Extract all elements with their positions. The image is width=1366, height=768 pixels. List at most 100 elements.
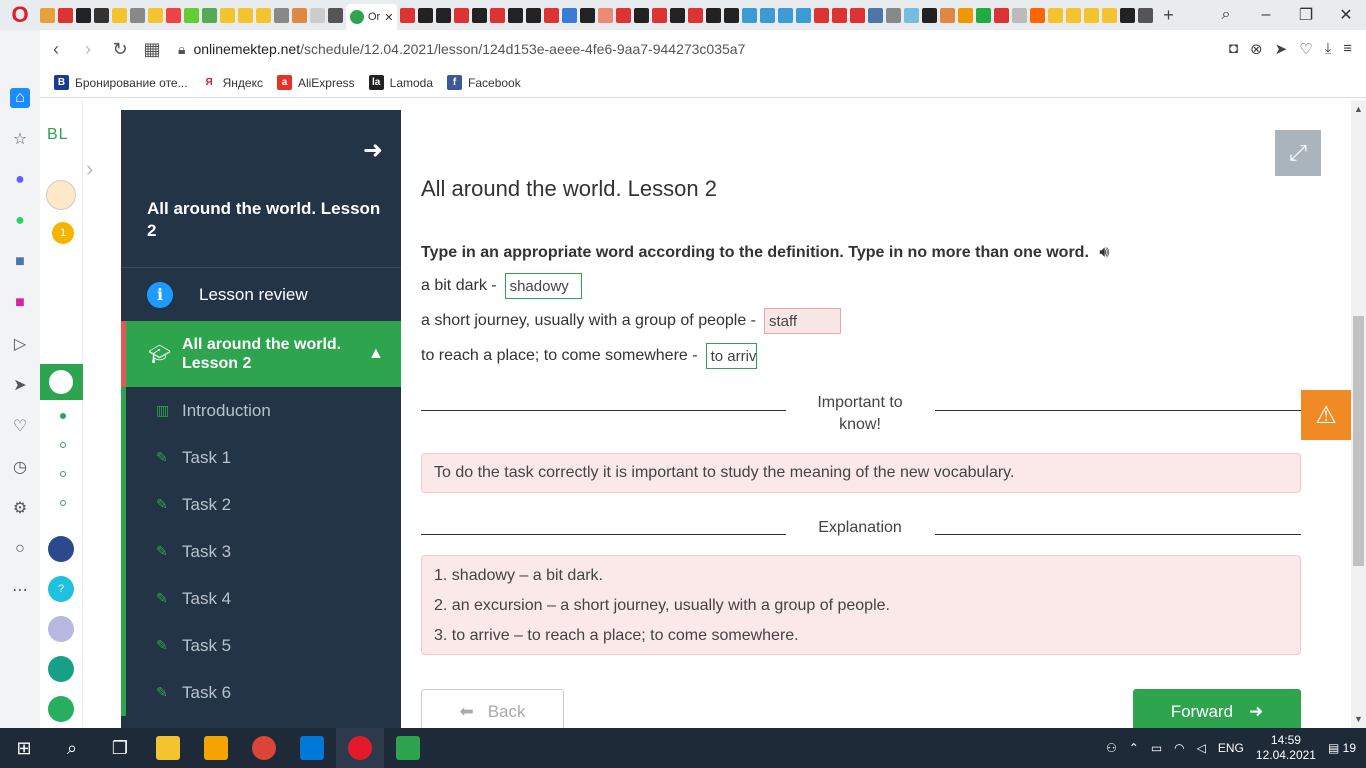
sidebar-item-task-1[interactable]: ✎ Task 1 <box>126 434 401 481</box>
tab-favicon[interactable] <box>994 7 1010 23</box>
tab-favicon[interactable] <box>1048 7 1064 23</box>
messenger-icon[interactable]: ● <box>10 170 30 190</box>
tab-favicon[interactable] <box>562 7 578 23</box>
tab-favicon[interactable] <box>58 7 73 23</box>
whatsapp-icon[interactable]: ● <box>10 211 30 231</box>
notification-badge[interactable]: 1 <box>52 222 74 244</box>
tab-favicon[interactable] <box>832 7 848 23</box>
url-field[interactable]: 🔒︎ onlinemektep.net/schedule/12.04.2021/… <box>168 41 1229 58</box>
tab-favicon[interactable] <box>40 7 55 23</box>
tab-favicon[interactable] <box>202 7 217 23</box>
volume-icon[interactable]: ◁ <box>1197 741 1206 755</box>
tab-favicon[interactable] <box>328 7 343 23</box>
action-center-icon[interactable]: ▤ 19 <box>1328 741 1356 755</box>
bookmark-booking[interactable]: B Бронирование оте... <box>54 75 188 90</box>
tab-favicon[interactable] <box>652 7 668 23</box>
tab-favicon[interactable] <box>472 7 488 23</box>
tab-favicon[interactable] <box>922 7 938 23</box>
tab-favicon[interactable] <box>1138 7 1154 23</box>
scroll-thumb[interactable] <box>1353 316 1364 566</box>
bilim-center-icon[interactable] <box>48 656 74 682</box>
home-icon[interactable]: ⌂ <box>10 88 30 108</box>
tab-favicon[interactable] <box>76 7 91 23</box>
tab-favicon[interactable] <box>724 7 740 23</box>
task-view-icon[interactable]: ❐ <box>96 728 144 768</box>
tab-favicon[interactable] <box>526 7 542 23</box>
chevron-up-icon[interactable]: ▲ <box>368 345 384 363</box>
fullscreen-icon[interactable]: ⤢ <box>1275 130 1321 176</box>
opera-menu-icon[interactable]: O <box>0 0 40 30</box>
new-tab-icon[interactable]: + <box>1156 5 1180 26</box>
tab-favicon[interactable] <box>886 7 902 23</box>
heart-icon[interactable]: ♡ <box>10 416 30 436</box>
sidebar-item-task-3[interactable]: ✎ Task 3 <box>126 528 401 575</box>
tab-favicon[interactable] <box>598 7 614 23</box>
sidebar-item-task-2[interactable]: ✎ Task 2 <box>126 481 401 528</box>
clock[interactable]: 14:59 12.04.2021 <box>1256 733 1316 763</box>
answer-input[interactable]: staff <box>764 308 842 334</box>
tab-favicon[interactable] <box>760 7 776 23</box>
download-icon[interactable]: ⤓ <box>1325 40 1332 58</box>
minimize-icon[interactable]: – <box>1246 6 1286 24</box>
tab-favicon[interactable] <box>418 7 434 23</box>
tab-favicon[interactable] <box>850 7 866 23</box>
tab-favicon[interactable] <box>796 7 812 23</box>
site-logo[interactable]: BL <box>47 126 69 144</box>
tab-favicon[interactable] <box>238 7 253 23</box>
tray-chevron-up-icon[interactable]: ⌃ <box>1129 741 1139 755</box>
tab-favicon[interactable] <box>778 7 794 23</box>
tab-favicon[interactable] <box>742 7 758 23</box>
tab-favicon[interactable] <box>184 7 199 23</box>
page-scrollbar[interactable]: ▲ ▼ <box>1351 100 1366 728</box>
instagram-icon[interactable]: ■ <box>10 293 30 313</box>
bookmark-lamoda[interactable]: la Lamoda <box>368 75 433 90</box>
rail-dot[interactable] <box>60 500 66 506</box>
tab-favicon[interactable] <box>436 7 452 23</box>
avatar[interactable] <box>46 180 76 210</box>
battery-icon[interactable]: ▭ <box>1151 741 1162 755</box>
star-icon[interactable]: ☆ <box>10 129 30 149</box>
restore-icon[interactable]: ❐ <box>1286 5 1326 25</box>
sidebar-item-task-6[interactable]: ✎ Task 6 <box>126 669 401 716</box>
report-warning-icon[interactable]: ⚠ <box>1301 390 1351 440</box>
tab-favicon[interactable] <box>544 7 560 23</box>
tab-favicon[interactable] <box>688 7 704 23</box>
close-window-icon[interactable]: ✕ <box>1326 5 1366 25</box>
answer-input[interactable]: to arriv <box>705 343 757 369</box>
rail-expand-chevron-icon[interactable]: › <box>86 156 108 184</box>
tab-favicon[interactable] <box>1012 7 1028 23</box>
tab-favicon[interactable] <box>580 7 596 23</box>
tab-favicon[interactable] <box>1030 7 1046 23</box>
smart-nation-icon[interactable] <box>48 536 74 562</box>
tab-favicon[interactable] <box>274 7 289 23</box>
history-icon[interactable]: ◷ <box>10 457 30 477</box>
block-icon[interactable]: ⊗ <box>1250 40 1263 58</box>
answer-input[interactable]: shadowy <box>504 273 582 299</box>
tab-favicon[interactable] <box>1120 7 1136 23</box>
active-lesson-item[interactable]: 🎓︎ All around the world. Lesson 2 ▲ <box>121 321 401 387</box>
tab-favicon[interactable] <box>904 7 920 23</box>
wifi-icon[interactable]: ◠ <box>1174 741 1184 755</box>
tab-favicon[interactable] <box>310 7 325 23</box>
sidebar-item-task-4[interactable]: ✎ Task 4 <box>126 575 401 622</box>
tab-favicon[interactable] <box>112 7 127 23</box>
share-icon[interactable]: ➤ <box>1275 40 1288 58</box>
tabs-grid-icon[interactable]: ▦ <box>136 39 168 60</box>
bookmark-yandex[interactable]: Я Яндекс <box>202 75 263 90</box>
rail-dot[interactable] <box>60 471 66 477</box>
tab-favicon[interactable] <box>1084 7 1100 23</box>
close-tab-icon[interactable]: ✕ <box>384 11 393 24</box>
send-icon[interactable]: ➤ <box>10 375 30 395</box>
tab-favicon[interactable] <box>670 7 686 23</box>
player-icon[interactable]: ▷ <box>10 334 30 354</box>
tab-favicon[interactable] <box>958 7 974 23</box>
tab-favicon[interactable] <box>490 7 506 23</box>
windows-start-icon[interactable]: ⊞ <box>0 728 48 768</box>
tab-favicon[interactable] <box>94 7 109 23</box>
tab-favicon[interactable] <box>292 7 307 23</box>
speaker-icon[interactable]: 🔊︎ <box>1099 244 1109 261</box>
bookmark-aliexpress[interactable]: a AliExpress <box>276 75 355 90</box>
vk-icon[interactable]: ■ <box>10 252 30 272</box>
favorite-icon[interactable]: ♡ <box>1299 40 1312 58</box>
tab-favicon[interactable] <box>976 7 992 23</box>
